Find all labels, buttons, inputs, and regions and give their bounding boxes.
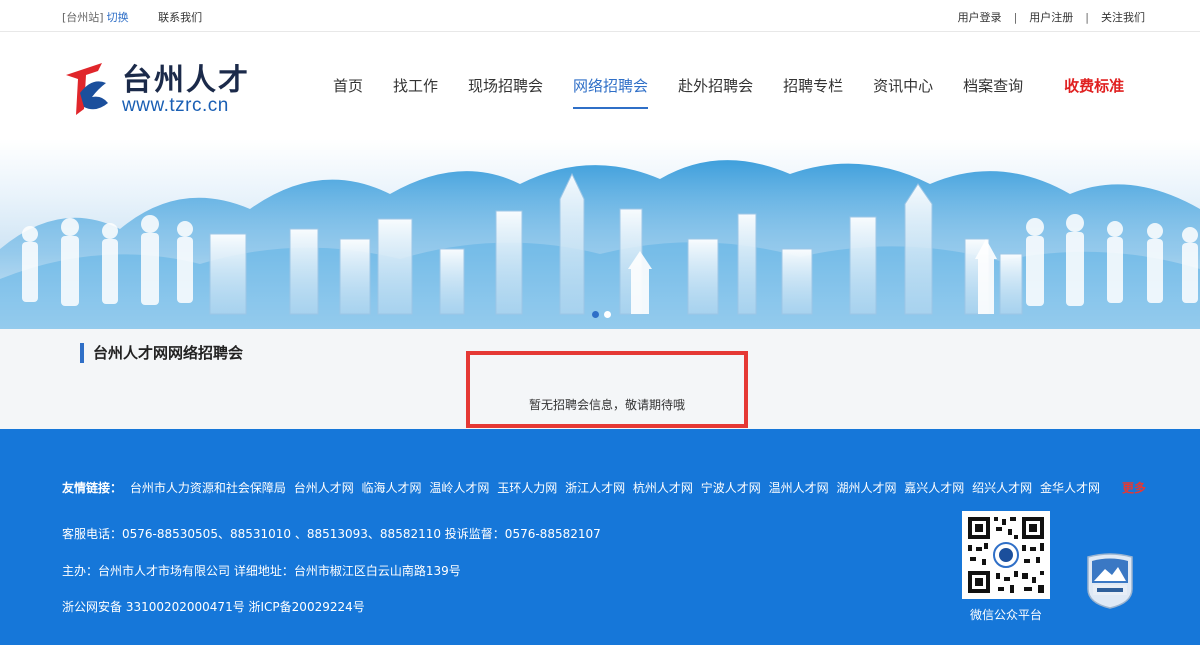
friend-link[interactable]: 温州人才网 <box>769 481 829 495</box>
carousel-dot[interactable] <box>604 311 611 318</box>
nav-item-home[interactable]: 首页 <box>333 75 363 105</box>
contact-us-link[interactable]: 联系我们 <box>158 11 202 24</box>
main-nav: 首页 找工作 现场招聘会 网络招聘会 赴外招聘会 招聘专栏 资讯中心 档案查询 … <box>318 75 1139 109</box>
page-title: 台州人才网网络招聘会 <box>80 343 243 363</box>
logo-title: 台州人才 <box>122 63 250 98</box>
empty-state-box: 暂无招聘会信息，敬请期待哦 <box>466 351 748 428</box>
nav-item-find-job[interactable]: 找工作 <box>393 75 438 105</box>
friend-link[interactable]: 台州人才网 <box>294 481 354 495</box>
user-login-link[interactable]: 用户登录 <box>958 11 1002 24</box>
user-register-link[interactable]: 用户注册 <box>1029 11 1073 24</box>
friend-link[interactable]: 嘉兴人才网 <box>904 481 964 495</box>
separator: | <box>1013 11 1018 24</box>
site-footer: 友情链接： 台州市人力资源和社会保障局 台州人才网 临海人才网 温岭人才网 玉环… <box>0 429 1200 645</box>
nav-item-archive-query[interactable]: 档案查询 <box>963 75 1023 105</box>
friend-link[interactable]: 温岭人才网 <box>429 481 489 495</box>
friend-link[interactable]: 临海人才网 <box>362 481 422 495</box>
friend-link[interactable]: 绍兴人才网 <box>972 481 1032 495</box>
friend-link[interactable]: 浙江人才网 <box>565 481 625 495</box>
follow-us-link[interactable]: 关注我们 <box>1101 11 1145 24</box>
friend-link[interactable]: 玉环人力网 <box>497 481 557 495</box>
more-links-link[interactable]: 更多 <box>1122 479 1146 496</box>
current-station: [台州站] <box>62 11 104 24</box>
qr-code-label: 微信公众平台 <box>969 608 1042 622</box>
friend-link[interactable]: 宁波人才网 <box>701 481 761 495</box>
nav-item-news-center[interactable]: 资讯中心 <box>873 75 933 105</box>
top-bar: [台州站] 切换 联系我们 用户登录 | 用户注册 | 关注我们 <box>0 0 1200 32</box>
friend-link[interactable]: 湖州人才网 <box>836 481 896 495</box>
switch-station-link[interactable]: 切换 <box>107 11 129 24</box>
wechat-qr-code <box>962 511 1050 599</box>
user-links: 用户登录 | 用户注册 | 关注我们 <box>958 9 1145 25</box>
site-header: 台州人才 www.tzrc.cn 首页 找工作 现场招聘会 网络招聘会 赴外招聘… <box>0 33 1200 139</box>
friend-link[interactable]: 台州市人力资源和社会保障局 <box>130 481 286 495</box>
logo-mark-icon <box>66 63 108 115</box>
nav-item-fee-standard[interactable]: 收费标准 <box>1064 75 1124 105</box>
nav-item-recruit-column[interactable]: 招聘专栏 <box>783 75 843 105</box>
service-phone: 客服电话：0576-88530505、88531010 、88513093、88… <box>62 527 601 541</box>
host-info: 主办：台州市人才市场有限公司 详细地址：台州市椒江区白云山南路139号 <box>62 564 461 578</box>
nav-item-online-fair[interactable]: 网络招聘会 <box>573 75 649 109</box>
logo-url: www.tzrc.cn <box>122 95 229 116</box>
nav-item-onsite-fair[interactable]: 现场招聘会 <box>468 75 543 105</box>
city-skyline-illustration <box>0 160 1200 329</box>
hero-banner <box>0 139 1200 329</box>
main-content: 台州人才网网络招聘会 暂无招聘会信息，敬请期待哦 <box>0 329 1200 429</box>
separator: | <box>1085 11 1089 24</box>
icp-info[interactable]: 浙公网安备 33100202000471号 浙ICP备20029224号 <box>62 598 365 615</box>
carousel-dot-active[interactable] <box>592 311 599 318</box>
friend-links-label: 友情链接： <box>62 481 123 495</box>
friend-link[interactable]: 杭州人才网 <box>633 481 693 495</box>
friend-link[interactable]: 金华人才网 <box>1040 481 1100 495</box>
site-logo[interactable]: 台州人才 www.tzrc.cn <box>62 53 248 119</box>
public-institution-badge-icon[interactable] <box>1085 553 1135 609</box>
friend-links: 友情链接： 台州市人力资源和社会保障局 台州人才网 临海人才网 温岭人才网 玉环… <box>62 479 1152 496</box>
station-switcher: [台州站] 切换 联系我们 <box>62 9 202 25</box>
empty-state-message: 暂无招聘会信息，敬请期待哦 <box>528 398 685 412</box>
nav-item-external-fair[interactable]: 赴外招聘会 <box>678 75 753 105</box>
